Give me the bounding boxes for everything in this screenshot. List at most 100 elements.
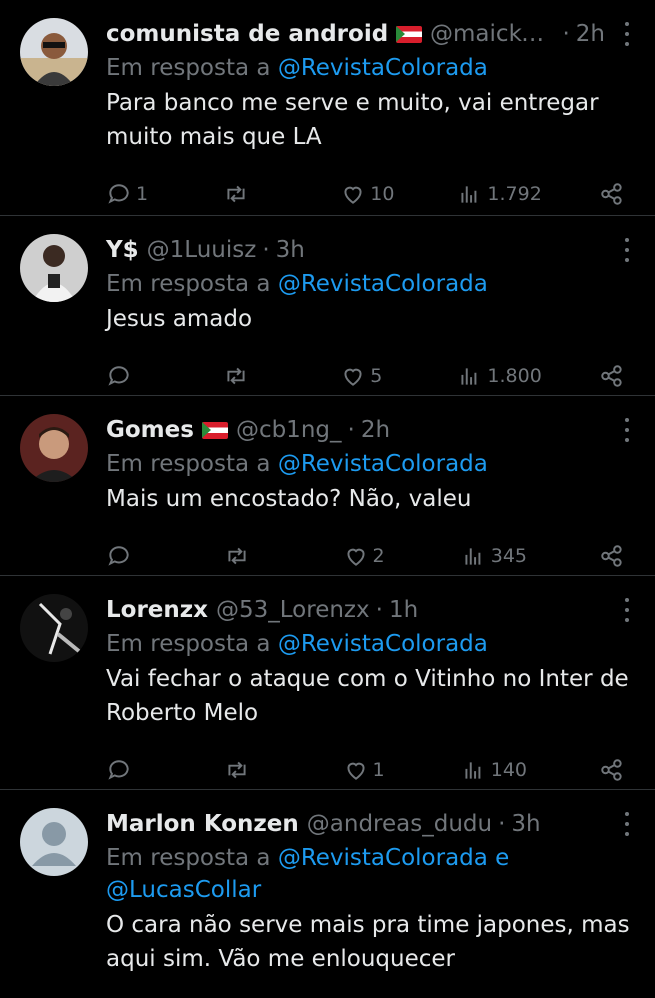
- author-name[interactable]: Gomes: [106, 417, 194, 443]
- author-name[interactable]: comunista de android: [106, 21, 388, 47]
- austria-flag-emoji: [396, 25, 423, 43]
- timestamp[interactable]: 3h: [511, 811, 540, 837]
- tweet[interactable]: Y$ @1Luuisz · 3h Em resposta a @RevistaC…: [0, 216, 655, 396]
- tweet-text: Para banco me serve e muito, vai entrega…: [106, 90, 599, 150]
- retweet-icon: [228, 547, 246, 565]
- reply-button[interactable]: [106, 363, 166, 389]
- like-count: 1: [372, 759, 385, 781]
- like-icon: [346, 762, 365, 780]
- avatar[interactable]: [20, 18, 88, 86]
- reply-prefix: Em resposta a: [106, 271, 271, 297]
- reply-context: Em resposta a @RevistaColorada: [106, 628, 635, 660]
- separator-dot: ·: [262, 237, 270, 263]
- like-button[interactable]: 1: [343, 757, 403, 783]
- share-button[interactable]: [599, 757, 625, 783]
- like-count: 10: [370, 183, 395, 205]
- share-button[interactable]: [599, 181, 625, 207]
- mention-link-2[interactable]: @LucasCollar: [106, 877, 261, 903]
- avatar[interactable]: [20, 234, 88, 302]
- share-icon: [601, 545, 622, 567]
- author-name[interactable]: Lorenzx: [106, 597, 208, 623]
- mention-link[interactable]: @RevistaColorada: [278, 631, 488, 657]
- tweet[interactable]: Gomes @cb1ng_ · 2h Em resposta a @Revist…: [0, 396, 655, 576]
- more-icon[interactable]: [625, 812, 631, 836]
- reply-count: 1: [136, 183, 149, 205]
- mention-link[interactable]: @RevistaColorada: [278, 55, 488, 81]
- author-handle[interactable]: @53_Lorenzx: [216, 597, 370, 623]
- replies-feed: comunista de android @maicke... · 2h Em …: [0, 0, 655, 998]
- more-icon[interactable]: [625, 598, 631, 622]
- author-handle[interactable]: @maicke...: [430, 21, 556, 47]
- reply-icon: [108, 366, 129, 386]
- reply-prefix: Em resposta a: [106, 845, 271, 871]
- retweet-icon: [227, 185, 245, 203]
- action-bar: 1 10 1.792: [106, 166, 635, 222]
- more-icon[interactable]: [625, 418, 631, 442]
- like-icon: [344, 368, 362, 386]
- reply-button[interactable]: [106, 543, 166, 569]
- reply-button[interactable]: [106, 757, 166, 783]
- like-button[interactable]: 10: [340, 181, 400, 207]
- timestamp[interactable]: 2h: [361, 417, 390, 443]
- mention-link[interactable]: @RevistaColorada e: [278, 845, 510, 871]
- timestamp[interactable]: 3h: [276, 237, 305, 263]
- tweet[interactable]: comunista de android @maicke... · 2h Em …: [0, 0, 655, 216]
- view-count: 1.800: [487, 365, 542, 387]
- reply-icon: [108, 546, 129, 566]
- retweet-button[interactable]: [224, 543, 284, 569]
- avatar[interactable]: [20, 594, 88, 662]
- share-icon: [601, 365, 622, 387]
- reply-context: Em resposta a @RevistaColorada: [106, 52, 635, 84]
- share-button[interactable]: [599, 363, 625, 389]
- like-button[interactable]: 2: [343, 543, 403, 569]
- separator-dot: ·: [498, 811, 506, 837]
- author-handle[interactable]: @cb1ng_: [236, 417, 342, 443]
- more-icon[interactable]: [625, 238, 631, 262]
- like-icon: [346, 548, 365, 566]
- author-handle[interactable]: @andreas_dudu: [307, 811, 492, 837]
- views-button[interactable]: 1.800: [457, 363, 542, 389]
- timestamp[interactable]: 1h: [389, 597, 418, 623]
- retweet-button[interactable]: [224, 757, 284, 783]
- share-button[interactable]: [599, 543, 625, 569]
- reply-context: Em resposta a @RevistaColorada e @LucasC…: [106, 842, 635, 906]
- mention-link[interactable]: @RevistaColorada: [278, 451, 488, 477]
- timestamp[interactable]: 2h: [576, 21, 605, 47]
- like-button[interactable]: 5: [340, 363, 400, 389]
- author-name[interactable]: Y$: [106, 237, 139, 263]
- tweet-text: O cara não serve mais pra time japones, …: [106, 912, 630, 972]
- separator-dot: ·: [562, 21, 570, 47]
- reply-context: Em resposta a @RevistaColorada: [106, 268, 635, 300]
- tweet[interactable]: Lorenzx @53_Lorenzx · 1h Em resposta a @…: [0, 576, 655, 790]
- mention-link[interactable]: @RevistaColorada: [278, 271, 488, 297]
- retweet-button[interactable]: [223, 181, 283, 207]
- reply-prefix: Em resposta a: [106, 631, 271, 657]
- avatar[interactable]: [20, 414, 88, 482]
- views-button[interactable]: 1.792: [457, 181, 542, 207]
- author-handle[interactable]: @1Luuisz: [147, 237, 257, 263]
- avatar[interactable]: [20, 808, 88, 876]
- separator-dot: ·: [375, 597, 383, 623]
- reply-button[interactable]: 1: [106, 181, 166, 207]
- views-icon: [465, 548, 481, 565]
- like-count: 5: [370, 365, 383, 387]
- view-count: 345: [490, 545, 528, 567]
- views-button[interactable]: 345: [461, 543, 541, 569]
- reply-icon: [108, 184, 129, 204]
- author-name[interactable]: Marlon Konzen: [106, 811, 299, 837]
- like-count: 2: [372, 545, 385, 567]
- tweet[interactable]: Marlon Konzen @andreas_dudu · 3h Em resp…: [0, 790, 655, 998]
- view-count: 1.792: [487, 183, 542, 205]
- austria-flag-emoji: [201, 421, 228, 439]
- tweet-text: Jesus amado: [106, 306, 253, 332]
- retweet-button[interactable]: [223, 363, 283, 389]
- more-icon[interactable]: [625, 22, 631, 46]
- reply-icon: [108, 760, 129, 780]
- views-button[interactable]: 140: [461, 757, 541, 783]
- views-icon: [465, 762, 481, 779]
- reply-prefix: Em resposta a: [106, 451, 271, 477]
- view-count: 140: [490, 759, 528, 781]
- separator-dot: ·: [347, 417, 355, 443]
- like-icon: [344, 186, 362, 204]
- share-icon: [601, 183, 622, 205]
